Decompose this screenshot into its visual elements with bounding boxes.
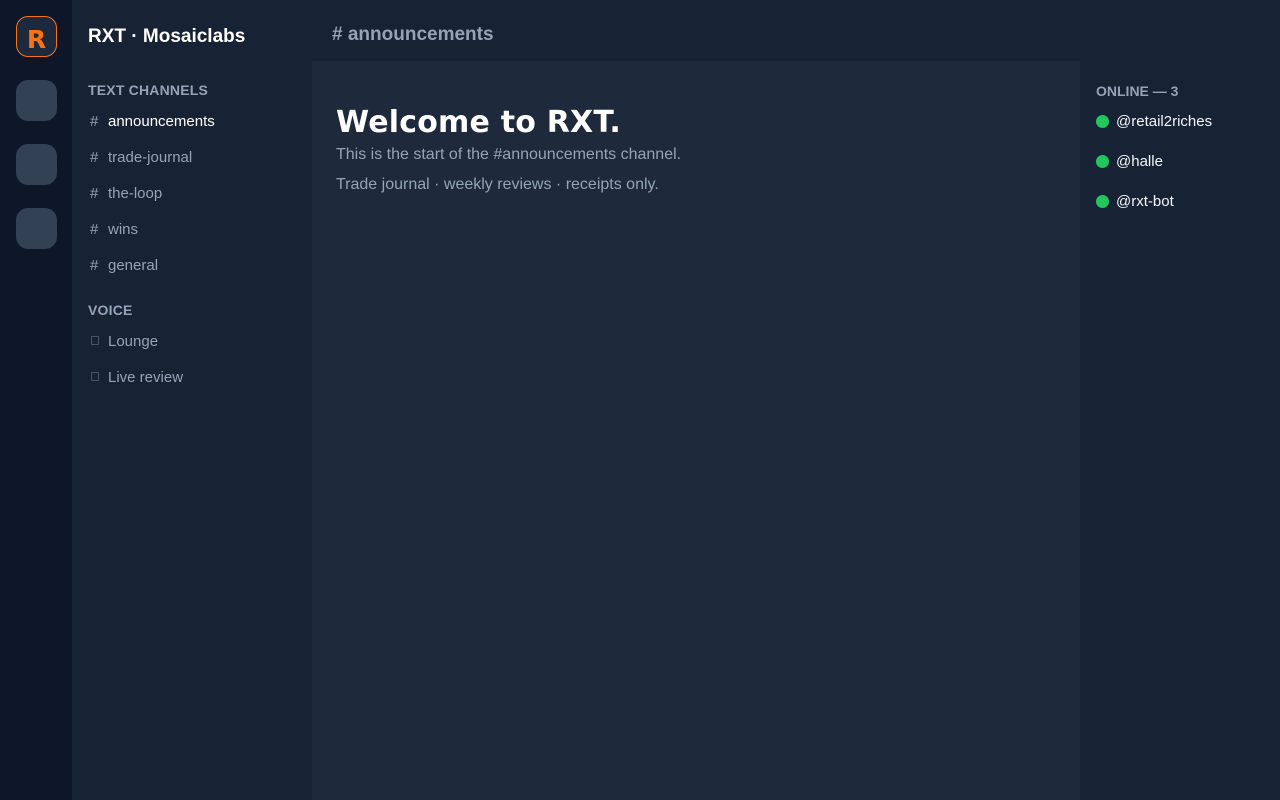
server-icon-placeholder-1[interactable]	[16, 80, 57, 121]
online-status-icon	[1096, 154, 1109, 168]
hash-icon: #	[90, 220, 99, 238]
member-halle[interactable]: @halle	[1096, 150, 1163, 172]
hash-icon: #	[90, 256, 99, 274]
hash-icon: #	[90, 184, 99, 202]
voice-channels-heading: VOICE	[88, 302, 133, 318]
voice-channel-live-review[interactable]: Live review	[88, 363, 298, 391]
hash-icon: #	[90, 148, 99, 166]
member-handle: @retail2riches	[1116, 112, 1213, 130]
member-retail2riches[interactable]: @retail2riches	[1096, 110, 1212, 132]
member-handle: @rxt-bot	[1116, 192, 1174, 210]
server-rail: R	[0, 0, 72, 800]
welcome-title: Welcome to RXT.	[336, 105, 622, 140]
speaker-icon	[88, 368, 108, 386]
channel-header: # announcements	[312, 0, 1280, 61]
channel-label: general	[108, 256, 159, 274]
channel-label: wins	[108, 220, 139, 238]
member-handle: @halle	[1116, 152, 1163, 170]
channel-title: # announcements	[332, 24, 494, 45]
channel-trade-journal[interactable]: # trade-journal	[88, 143, 298, 171]
server-name[interactable]: RXT · Mosaiclabs	[88, 26, 245, 48]
channel-label: the-loop	[108, 184, 163, 202]
channel-wins[interactable]: # wins	[88, 215, 298, 243]
app-window: R RXT · Mosaiclabs TEXT CHANNELS # annou…	[0, 0, 1280, 800]
server-icon-placeholder-2[interactable]	[16, 144, 57, 185]
channel-label: announcements	[108, 112, 215, 130]
voice-channel-lounge[interactable]: Lounge	[88, 327, 298, 355]
channel-description: Trade journal · weekly reviews · receipt…	[336, 176, 659, 193]
message-area: Welcome to RXT. This is the start of the…	[312, 61, 1080, 800]
server-logo-letter: R	[26, 24, 47, 54]
member-rxt-bot[interactable]: @rxt-bot	[1096, 190, 1174, 212]
speaker-icon	[88, 332, 108, 350]
member-list: ONLINE — 3 @retail2riches @halle @rxt-bo…	[1080, 61, 1280, 800]
channel-announcements[interactable]: # announcements	[88, 107, 298, 135]
server-icon-placeholder-3[interactable]	[16, 208, 57, 249]
channel-the-loop[interactable]: # the-loop	[88, 179, 298, 207]
online-count-heading: ONLINE — 3	[1096, 83, 1179, 99]
channel-sidebar: RXT · Mosaiclabs TEXT CHANNELS # announc…	[72, 0, 312, 800]
server-icon-rxt[interactable]: R	[16, 16, 57, 57]
online-status-icon	[1096, 194, 1109, 208]
channel-label: Lounge	[108, 332, 159, 350]
channel-label: Live review	[108, 368, 184, 386]
channel-label: trade-journal	[108, 148, 193, 166]
channel-general[interactable]: # general	[88, 251, 298, 279]
hash-icon: #	[90, 112, 99, 130]
channel-start-text: This is the start of the #announcements …	[336, 146, 682, 163]
online-status-icon	[1096, 114, 1109, 128]
text-channels-heading: TEXT CHANNELS	[88, 82, 209, 98]
